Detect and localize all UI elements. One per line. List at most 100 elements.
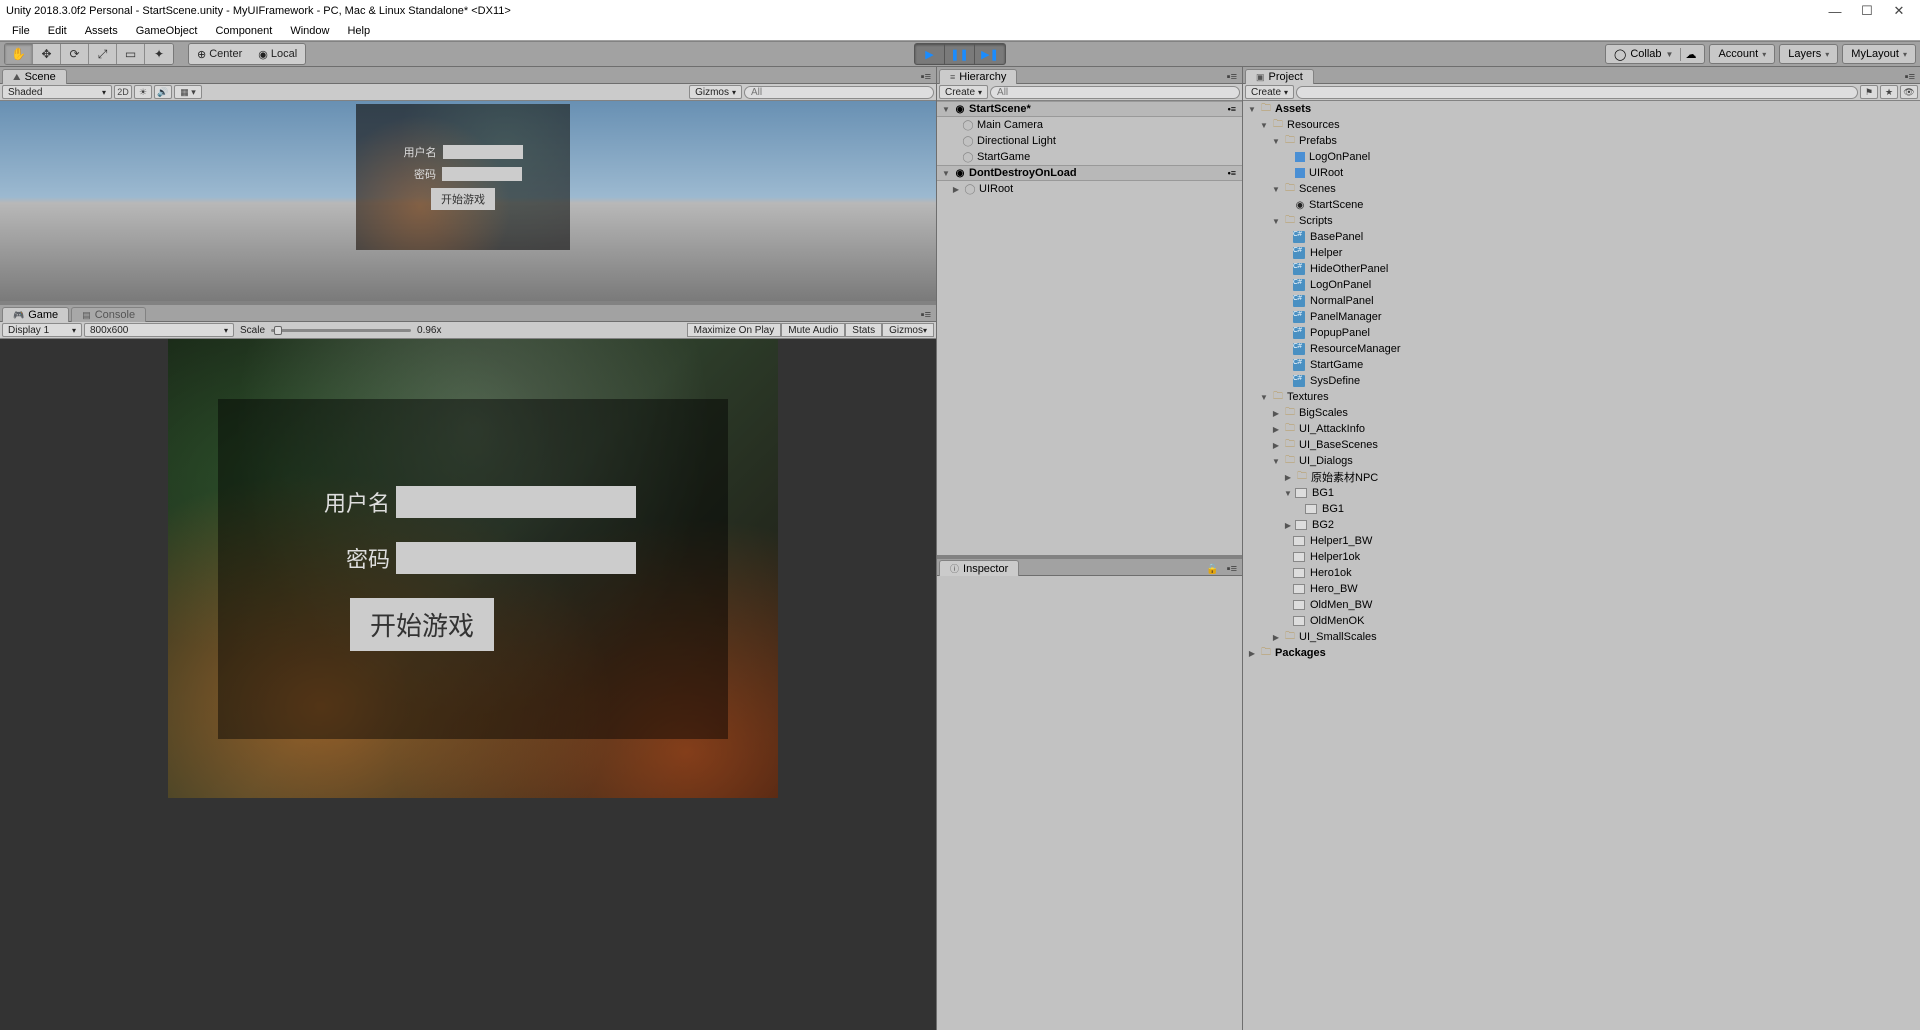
project-item[interactable]: ▶BG2 xyxy=(1243,517,1920,533)
project-filter-icon[interactable]: ⚑ xyxy=(1860,85,1878,99)
hierarchy-item[interactable]: ▶◯UIRoot xyxy=(937,181,1242,197)
game-tab[interactable]: 🎮Game xyxy=(2,307,69,322)
console-tab[interactable]: ▤Console xyxy=(71,307,146,322)
hierarchy-item[interactable]: ◯StartGame xyxy=(937,149,1242,165)
scale-slider[interactable] xyxy=(271,329,411,332)
gizmos-dropdown[interactable]: Gizmos▾ xyxy=(689,85,742,99)
inspector-tab-menu[interactable]: ▪≡ xyxy=(1222,563,1242,575)
project-item[interactable]: ▼BG1 xyxy=(1243,485,1920,501)
project-item[interactable]: C#LogOnPanel xyxy=(1243,277,1920,293)
inspector-lock-icon[interactable]: 🔒 xyxy=(1203,564,1221,575)
project-item[interactable]: LogOnPanel xyxy=(1243,149,1920,165)
scene-shading-dropdown[interactable]: Shaded▾ xyxy=(2,85,112,99)
minimize-button[interactable]: — xyxy=(1828,4,1842,18)
project-folder-textures[interactable]: ▼🗀Textures xyxy=(1243,389,1920,405)
project-folder[interactable]: ▶🗀UI_SmallScales xyxy=(1243,629,1920,645)
scene-lighting-toggle[interactable]: ☀ xyxy=(134,85,152,99)
project-item[interactable]: OldMenOK xyxy=(1243,613,1920,629)
mute-audio-toggle[interactable]: Mute Audio xyxy=(781,323,845,337)
collab-dropdown[interactable]: ◯Collab▼☁ xyxy=(1605,44,1705,64)
project-folder[interactable]: ▶🗀BigScales xyxy=(1243,405,1920,421)
menu-gameobject[interactable]: GameObject xyxy=(128,23,206,39)
project-item[interactable]: C#PanelManager xyxy=(1243,309,1920,325)
play-button[interactable]: ▶ xyxy=(915,44,945,64)
hierarchy-scene-dontdestroy[interactable]: ▼◉DontDestroyOnLoad•≡ xyxy=(937,165,1242,181)
project-folder-scenes[interactable]: ▼🗀Scenes xyxy=(1243,181,1920,197)
display-dropdown[interactable]: Display 1▾ xyxy=(2,323,82,337)
hierarchy-create-dropdown[interactable]: Create ▾ xyxy=(939,85,988,99)
game-password-input[interactable] xyxy=(396,542,636,574)
account-dropdown[interactable]: Account▾ xyxy=(1709,44,1775,64)
layers-dropdown[interactable]: Layers▾ xyxy=(1779,44,1838,64)
project-item[interactable]: Helper1ok xyxy=(1243,549,1920,565)
rect-tool[interactable]: ▭ xyxy=(117,44,145,64)
project-item[interactable]: Hero_BW xyxy=(1243,581,1920,597)
game-gizmos-dropdown[interactable]: Gizmos ▾ xyxy=(882,323,934,337)
project-star-icon[interactable]: ★ xyxy=(1880,85,1898,99)
game-start-button[interactable]: 开始游戏 xyxy=(350,598,494,651)
maximize-button[interactable]: ☐ xyxy=(1860,4,1874,18)
menu-file[interactable]: File xyxy=(4,23,38,39)
menu-edit[interactable]: Edit xyxy=(40,23,75,39)
space-toggle[interactable]: ◉Local xyxy=(250,44,305,64)
project-item[interactable]: C#Helper xyxy=(1243,245,1920,261)
project-folder-resources[interactable]: ▼🗀Resources xyxy=(1243,117,1920,133)
project-item[interactable]: ◉StartScene xyxy=(1243,197,1920,213)
project-tab[interactable]: ▣Project xyxy=(1245,69,1314,84)
scene-search[interactable] xyxy=(744,86,934,99)
project-item[interactable]: BG1 xyxy=(1243,501,1920,517)
pivot-toggle[interactable]: ⊕Center xyxy=(189,44,250,64)
project-search[interactable] xyxy=(1296,86,1858,99)
project-folder[interactable]: ▶🗀UI_AttackInfo xyxy=(1243,421,1920,437)
menu-assets[interactable]: Assets xyxy=(77,23,126,39)
scale-tool[interactable]: ⤢ xyxy=(89,44,117,64)
project-item[interactable]: C#PopupPanel xyxy=(1243,325,1920,341)
move-tool[interactable]: ✥ xyxy=(33,44,61,64)
menu-component[interactable]: Component xyxy=(207,23,280,39)
scene-2d-toggle[interactable]: 2D xyxy=(114,85,132,99)
scene-tab[interactable]: ⛰Scene xyxy=(2,69,67,84)
step-button[interactable]: ▶❚ xyxy=(975,44,1005,64)
project-folder[interactable]: ▶🗀UI_BaseScenes xyxy=(1243,437,1920,453)
hierarchy-tab-menu[interactable]: ▪≡ xyxy=(1222,71,1242,83)
project-hidden-icon[interactable]: 👁 xyxy=(1900,85,1918,99)
maximize-on-play-toggle[interactable]: Maximize On Play xyxy=(687,323,782,337)
project-item[interactable]: C#ResourceManager xyxy=(1243,341,1920,357)
hierarchy-scene-startscene[interactable]: ▼◉StartScene*•≡ xyxy=(937,101,1242,117)
hierarchy-item[interactable]: ◯Main Camera xyxy=(937,117,1242,133)
project-item[interactable]: C#StartGame xyxy=(1243,357,1920,373)
menu-window[interactable]: Window xyxy=(282,23,337,39)
project-item[interactable]: C#NormalPanel xyxy=(1243,293,1920,309)
hand-tool[interactable]: ✋ xyxy=(5,44,33,64)
project-create-dropdown[interactable]: Create ▾ xyxy=(1245,85,1294,99)
project-folder-scripts[interactable]: ▼🗀Scripts xyxy=(1243,213,1920,229)
unified-tool[interactable]: ✦ xyxy=(145,44,173,64)
scene-fx-toggle[interactable]: ▦ ▾ xyxy=(174,85,202,99)
layout-dropdown[interactable]: MyLayout▾ xyxy=(1842,44,1916,64)
aspect-dropdown[interactable]: 800x600▾ xyxy=(84,323,234,337)
menu-help[interactable]: Help xyxy=(339,23,378,39)
pause-button[interactable]: ❚❚ xyxy=(945,44,975,64)
project-tab-menu[interactable]: ▪≡ xyxy=(1900,71,1920,83)
game-view[interactable]: 用户名 密码 开始游戏 xyxy=(0,339,936,1030)
project-item[interactable]: Helper1_BW xyxy=(1243,533,1920,549)
project-item[interactable]: C#BasePanel xyxy=(1243,229,1920,245)
close-button[interactable]: ✕ xyxy=(1892,4,1906,18)
project-item[interactable]: OldMen_BW xyxy=(1243,597,1920,613)
project-folder-prefabs[interactable]: ▼🗀Prefabs xyxy=(1243,133,1920,149)
inspector-tab[interactable]: ⓘInspector xyxy=(939,560,1019,576)
scene-tab-menu[interactable]: ▪≡ xyxy=(916,71,936,83)
stats-toggle[interactable]: Stats xyxy=(845,323,882,337)
rotate-tool[interactable]: ⟳ xyxy=(61,44,89,64)
hierarchy-item[interactable]: ◯Directional Light xyxy=(937,133,1242,149)
project-folder-uidialogs[interactable]: ▼🗀UI_Dialogs xyxy=(1243,453,1920,469)
project-item[interactable]: C#SysDefine xyxy=(1243,373,1920,389)
project-folder-packages[interactable]: ▶🗀Packages xyxy=(1243,645,1920,661)
project-folder[interactable]: ▶🗀原始素材NPC xyxy=(1243,469,1920,485)
project-item[interactable]: Hero1ok xyxy=(1243,565,1920,581)
project-folder-assets[interactable]: ▼🗀Assets xyxy=(1243,101,1920,117)
project-item[interactable]: C#HideOtherPanel xyxy=(1243,261,1920,277)
scene-view[interactable]: 用户名 密码 开始游戏 xyxy=(0,101,936,301)
game-tab-menu[interactable]: ▪≡ xyxy=(916,309,936,321)
scene-audio-toggle[interactable]: 🔊 xyxy=(154,85,172,99)
